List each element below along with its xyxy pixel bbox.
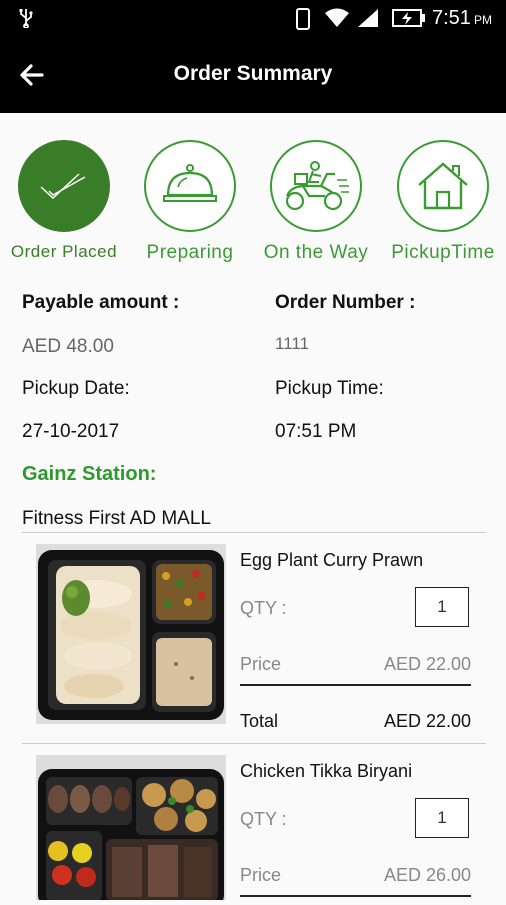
step-label: Preparing — [146, 242, 234, 263]
order-item: Chicken Tikka Biryani QTY : 1 Price AED … — [0, 755, 506, 905]
signal-icon — [357, 8, 379, 33]
check-icon — [18, 140, 110, 232]
total-value: AED 22.00 — [383, 711, 471, 731]
step-preparing: Preparing — [128, 140, 252, 264]
step-label: On the Way — [263, 242, 369, 263]
step-label: Order Placed — [10, 242, 118, 261]
price-label: Price — [240, 865, 282, 885]
station-value: Fitness First AD MALL — [22, 508, 211, 529]
pickup-time-label: Pickup Time: — [275, 378, 384, 399]
phone-icon — [296, 8, 310, 35]
payable-amount-value: AED 48.00 — [22, 336, 114, 357]
order-progress: Order Placed Preparing On the Way Pickup… — [0, 130, 506, 270]
clock: 7:51 PM — [432, 7, 492, 29]
qty-label: QTY : — [240, 598, 287, 618]
page-title: Order Summary — [173, 62, 333, 85]
app-bar: Order Summary — [0, 36, 506, 113]
quantity-field[interactable]: 1 — [415, 798, 469, 838]
price-divider — [240, 684, 471, 686]
total-label: Total — [240, 711, 279, 731]
step-label: PickupTime — [391, 242, 495, 263]
order-item: Egg Plant Curry Prawn QTY : 1 Price AED … — [0, 544, 506, 744]
house-icon — [397, 140, 489, 232]
price-value: AED 22.00 — [383, 654, 471, 674]
status-bar: 7:51 PM — [0, 0, 506, 36]
divider — [22, 743, 486, 744]
step-order-placed: Order Placed — [2, 140, 126, 262]
pickup-date-value: 27-10-2017 — [22, 421, 120, 442]
usb-icon — [18, 8, 34, 33]
scooter-icon — [270, 140, 362, 232]
battery-charging-icon — [392, 8, 426, 33]
quantity-field[interactable]: 1 — [415, 587, 469, 627]
payable-amount-label: Payable amount : — [22, 292, 180, 313]
item-name: Egg Plant Curry Prawn — [240, 550, 424, 570]
order-number-label: Order Number : — [275, 292, 416, 313]
order-number-value: 1111 — [275, 334, 310, 353]
price-divider — [240, 895, 471, 897]
egg-plant-curry-prawn-image — [36, 544, 226, 724]
pickup-time-value: 07:51 PM — [275, 421, 357, 442]
step-on-the-way: On the Way — [254, 140, 378, 264]
step-pickup-time: PickupTime — [381, 140, 505, 264]
divider — [22, 532, 486, 533]
qty-label: QTY : — [240, 809, 287, 829]
price-label: Price — [240, 654, 282, 674]
price-value: AED 26.00 — [383, 865, 471, 885]
station-label: Gainz Station: — [22, 463, 157, 485]
item-name: Chicken Tikka Biryani — [240, 761, 413, 781]
chicken-tikka-biryani-image — [36, 755, 226, 905]
pickup-date-label: Pickup Date: — [22, 378, 130, 399]
wifi-icon — [324, 8, 350, 33]
cloche-icon — [144, 140, 236, 232]
